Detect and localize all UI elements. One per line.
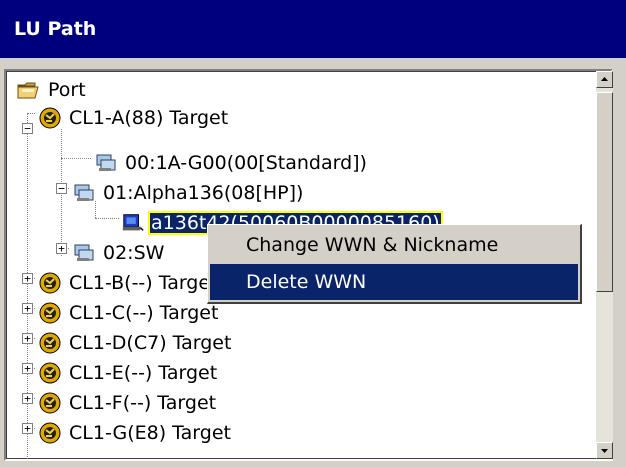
tree-node-label: CL1-G(E8) Target: [69, 422, 231, 444]
arrow-down-icon: [601, 449, 608, 453]
tree-node-label: Port: [48, 79, 86, 101]
port-globe-icon: [39, 332, 61, 354]
tree-node-label: CL1-B(--) Target: [69, 272, 218, 294]
expand-toggle[interactable]: +: [22, 273, 33, 284]
port-globe-icon: [39, 362, 61, 384]
tree-connector: [27, 113, 28, 459]
host-group-icon: [74, 244, 94, 261]
tree-connector: [95, 218, 119, 219]
expand-toggle[interactable]: +: [56, 243, 67, 254]
tree-connector: [61, 158, 91, 159]
tree-node-label: CL1-F(--) Target: [69, 392, 217, 414]
tree-node-label: CL1-E(--) Target: [69, 362, 218, 384]
tree-connector: [27, 113, 35, 114]
host-group-icon: [74, 184, 94, 201]
context-menu: Change WWN & Nickname Delete WWN: [207, 224, 582, 304]
tree-node-label: CL1-D(C7) Target: [69, 332, 232, 354]
arrow-up-icon: [601, 77, 608, 81]
change-wwn-nickname-menu-item[interactable]: Change WWN & Nickname: [210, 227, 578, 263]
tree-node-host-group[interactable]: 00:1A-G00(00[Standard]): [93, 150, 369, 176]
tree-node-host-group[interactable]: 01:Alpha136(08[HP]): [71, 180, 305, 206]
collapse-toggle[interactable]: −: [22, 123, 33, 134]
tree-node-port[interactable]: CL1-F(--) Target: [37, 390, 218, 416]
tree-node-port[interactable]: CL1-G(E8) Target: [37, 420, 233, 446]
tree-node-port[interactable]: CL1-C(--) Target: [37, 300, 220, 326]
scroll-thumb[interactable]: [596, 92, 613, 292]
collapse-toggle[interactable]: −: [56, 183, 67, 194]
expand-toggle[interactable]: +: [22, 333, 33, 344]
expand-toggle[interactable]: +: [22, 423, 33, 434]
tree-node-label: CL1-A(88) Target: [69, 107, 229, 129]
vertical-scrollbar[interactable]: [596, 71, 613, 459]
expand-toggle[interactable]: +: [22, 393, 33, 404]
port-globe-icon: [39, 422, 61, 444]
tree-node-label: CL1-C(--) Target: [69, 302, 219, 324]
port-globe-icon: [39, 107, 61, 129]
port-globe-icon: [39, 302, 61, 324]
host-group-icon: [96, 154, 116, 171]
tree-node-root[interactable]: Port: [16, 77, 88, 103]
tree-node-label: 02:SW: [103, 242, 165, 264]
expand-toggle[interactable]: +: [22, 363, 33, 374]
hba-icon: [122, 214, 144, 231]
port-globe-icon: [39, 272, 61, 294]
tree-node-host-group[interactable]: 02:SW: [71, 240, 166, 266]
tree-node-label: 01:Alpha136(08[HP]): [103, 182, 304, 204]
folder-icon: [17, 82, 39, 99]
scroll-down-button[interactable]: [596, 442, 613, 459]
window-title: LU Path: [0, 0, 626, 58]
delete-wwn-menu-item[interactable]: Delete WWN: [210, 264, 578, 300]
tree-node-port[interactable]: CL1-E(--) Target: [37, 360, 219, 386]
scroll-up-button[interactable]: [596, 71, 613, 88]
tree-node-port[interactable]: CL1-A(88) Target: [37, 105, 230, 131]
tree-node-port[interactable]: CL1-D(C7) Target: [37, 330, 233, 356]
tree-node-label: 00:1A-G00(00[Standard]): [125, 152, 367, 174]
port-globe-icon: [39, 392, 61, 414]
tree-node-port[interactable]: CL1-B(--) Target: [37, 270, 220, 296]
expand-toggle[interactable]: +: [22, 303, 33, 314]
